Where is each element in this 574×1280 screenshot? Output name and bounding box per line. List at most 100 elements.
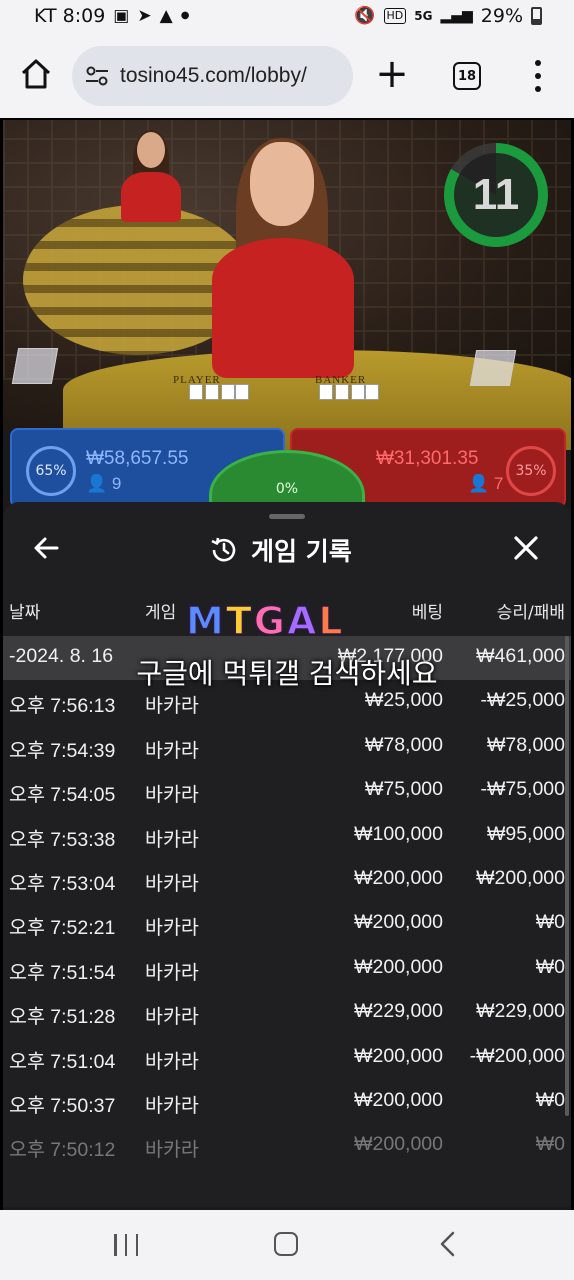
row-game: 바카라 [145, 695, 199, 718]
row-result: ₩0 [535, 911, 565, 934]
overflow-menu-button[interactable] [526, 60, 550, 92]
row-result: ₩0 [535, 955, 565, 978]
card [189, 384, 203, 400]
drag-handle[interactable] [269, 514, 305, 519]
watermark-logo: M T G A L [185, 598, 376, 644]
card [221, 384, 235, 400]
column-game[interactable]: 게임 [145, 598, 176, 623]
watermark-letter: T [225, 598, 252, 644]
battery-icon [531, 7, 542, 25]
recent-apps-button[interactable] [114, 1234, 138, 1256]
system-nav-bar [0, 1210, 574, 1280]
tab-switcher-button[interactable]: 18 [453, 62, 481, 90]
telegram-icon: ➤ [137, 6, 152, 26]
column-result[interactable]: 승리/패배 [497, 598, 565, 623]
banker-count: 👤 7 [468, 474, 504, 493]
site-settings-icon[interactable] [84, 63, 110, 89]
image-icon: ▣ [113, 6, 130, 26]
row-game: 바카라 [145, 1050, 199, 1073]
dealer [208, 138, 358, 378]
url-text: tosino45.com/lobby/ [120, 64, 307, 87]
row-game: 바카라 [145, 1006, 199, 1029]
watermark-letter: G [253, 598, 286, 644]
row-game: 바카라 [145, 784, 199, 807]
dot-icon: ● [180, 10, 190, 21]
row-time: 오후 7:50:37 [9, 1094, 116, 1117]
countdown-timer: 11 [444, 143, 548, 247]
home-icon [21, 59, 51, 89]
card [335, 384, 349, 400]
title-text: 게임 기록 [251, 537, 352, 566]
arrow-left-icon [34, 537, 59, 559]
table-row[interactable]: 오후 7:54:05 바카라 ₩75,000 -₩75,000 [3, 769, 571, 813]
5g-icon: 5G [414, 9, 433, 23]
row-bet: ₩100,000 [354, 822, 443, 845]
row-result: ₩0 [535, 1088, 565, 1111]
table-row[interactable]: 오후 7:53:38 바카라 ₩100,000 ₩95,000 [3, 814, 571, 858]
back-button[interactable] [29, 530, 65, 566]
column-date[interactable]: 날짜 [9, 598, 40, 623]
home-nav-button[interactable] [274, 1232, 298, 1256]
table-row[interactable]: 오후 7:51:28 바카라 ₩229,000 ₩229,000 [3, 991, 571, 1035]
new-tab-button[interactable]: + [372, 54, 412, 94]
signal-icon: ▂▄▆ [440, 8, 473, 24]
sheet-header: 게임 기록 [3, 520, 571, 576]
hd-icon: HD [383, 8, 407, 24]
table-row[interactable]: 오후 7:51:54 바카라 ₩200,000 ₩0 [3, 947, 571, 991]
row-bet: ₩75,000 [364, 778, 443, 801]
card [235, 384, 249, 400]
row-bet: ₩200,000 [354, 911, 443, 934]
banker-percent: 35% [506, 446, 556, 496]
row-bet: ₩200,000 [354, 1133, 443, 1156]
row-result: -₩75,000 [480, 778, 565, 801]
alert-icon: ▲ [159, 6, 173, 26]
table-row[interactable]: 오후 7:50:37 바카라 ₩200,000 ₩0 [3, 1080, 571, 1124]
row-game: 바카라 [145, 872, 199, 895]
user-icon: 👤 [86, 474, 108, 493]
row-game: 바카라 [145, 739, 199, 762]
home-button[interactable] [18, 56, 54, 92]
column-bet[interactable]: 베팅 [412, 598, 443, 623]
watermark-letter: M [185, 598, 224, 644]
card [351, 384, 365, 400]
menu-dot [535, 86, 541, 92]
row-game: 바카라 [145, 1094, 199, 1117]
table-row[interactable]: 오후 7:50:12 바카라 ₩200,000 ₩0 [3, 1124, 571, 1168]
user-icon: 👤 [468, 474, 490, 493]
scrollbar[interactable] [565, 636, 569, 1116]
menu-dot [535, 73, 541, 79]
row-time: 오후 7:53:04 [9, 872, 116, 895]
row-time: 오후 7:52:21 [9, 917, 116, 940]
table-row[interactable]: 오후 7:54:39 바카라 ₩78,000 ₩78,000 [3, 725, 571, 769]
card [205, 384, 219, 400]
row-result: ₩200,000 [476, 866, 565, 889]
discard-tray [469, 350, 517, 386]
row-game: 바카라 [145, 961, 199, 984]
table-row[interactable]: 오후 7:52:21 바카라 ₩200,000 ₩0 [3, 902, 571, 946]
row-time: 오후 7:51:04 [9, 1050, 116, 1073]
row-result: ₩229,000 [476, 1000, 565, 1023]
watermark-caption: 구글에 먹튀갤 검색하세요 [136, 657, 438, 690]
table-row[interactable]: 오후 7:51:04 바카라 ₩200,000 -₩200,000 [3, 1036, 571, 1080]
watermark-letter: A [286, 598, 317, 644]
status-bar: KT 8:09 ▣ ➤ ▲ ● 🔇 HD 5G ▂▄▆ 29% [0, 0, 574, 34]
close-icon [514, 536, 538, 560]
row-game: 바카라 [145, 1139, 199, 1162]
mute-icon: 🔇 [354, 6, 376, 26]
row-bet: ₩25,000 [364, 689, 443, 712]
address-bar[interactable]: tosino45.com/lobby/ [72, 46, 353, 106]
row-time: 오후 7:51:54 [9, 961, 116, 984]
back-nav-button[interactable] [436, 1230, 460, 1258]
card [319, 384, 333, 400]
close-button[interactable] [508, 530, 544, 566]
row-result: ₩95,000 [486, 822, 565, 845]
background-dealer [121, 130, 181, 222]
banker-amount: ₩31,301.35 [376, 448, 479, 469]
row-result: -₩25,000 [480, 689, 565, 712]
row-bet: ₩200,000 [354, 1088, 443, 1111]
row-time: 오후 7:51:28 [9, 1006, 116, 1029]
row-result: ₩0 [535, 1133, 565, 1156]
carrier-time: KT 8:09 [34, 5, 106, 27]
history-icon [211, 537, 236, 562]
table-row[interactable]: 오후 7:53:04 바카라 ₩200,000 ₩200,000 [3, 858, 571, 902]
